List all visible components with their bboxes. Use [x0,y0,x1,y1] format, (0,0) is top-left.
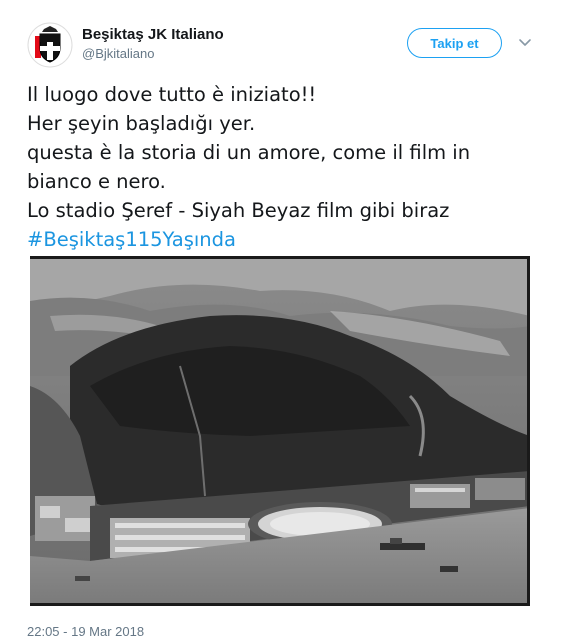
tweet-text: Il luogo dove tutto è iniziato!! Her şey… [27,80,547,254]
display-name[interactable]: Beşiktaş JK Italiano [82,26,224,43]
follow-button[interactable]: Takip et [407,28,502,58]
tweet-text-line: Il luogo dove tutto è iniziato!! [27,83,317,106]
tweet-timestamp[interactable]: 22:05 - 19 Mar 2018 [27,624,144,639]
tweet-text-line: Lo stadio Şeref - Siyah Beyaz film gibi … [27,199,450,222]
user-handle[interactable]: @Bjkitaliano [82,46,154,61]
tweet-header: Beşiktaş JK Italiano @Bjkitaliano Takip … [0,0,564,80]
tweet-text-line: bianco e nero. [27,170,166,193]
tweet-photo[interactable] [30,256,530,606]
tweet-text-line: questa è la storia di un amore, come il … [27,141,471,164]
hashtag-link[interactable]: #Beşiktaş115Yaşında [27,225,547,254]
tweet-text-line: Her şeyin başladığı yer. [27,112,256,135]
chevron-down-icon[interactable] [517,34,533,50]
bjk-eagle-crest-icon[interactable] [27,22,73,68]
